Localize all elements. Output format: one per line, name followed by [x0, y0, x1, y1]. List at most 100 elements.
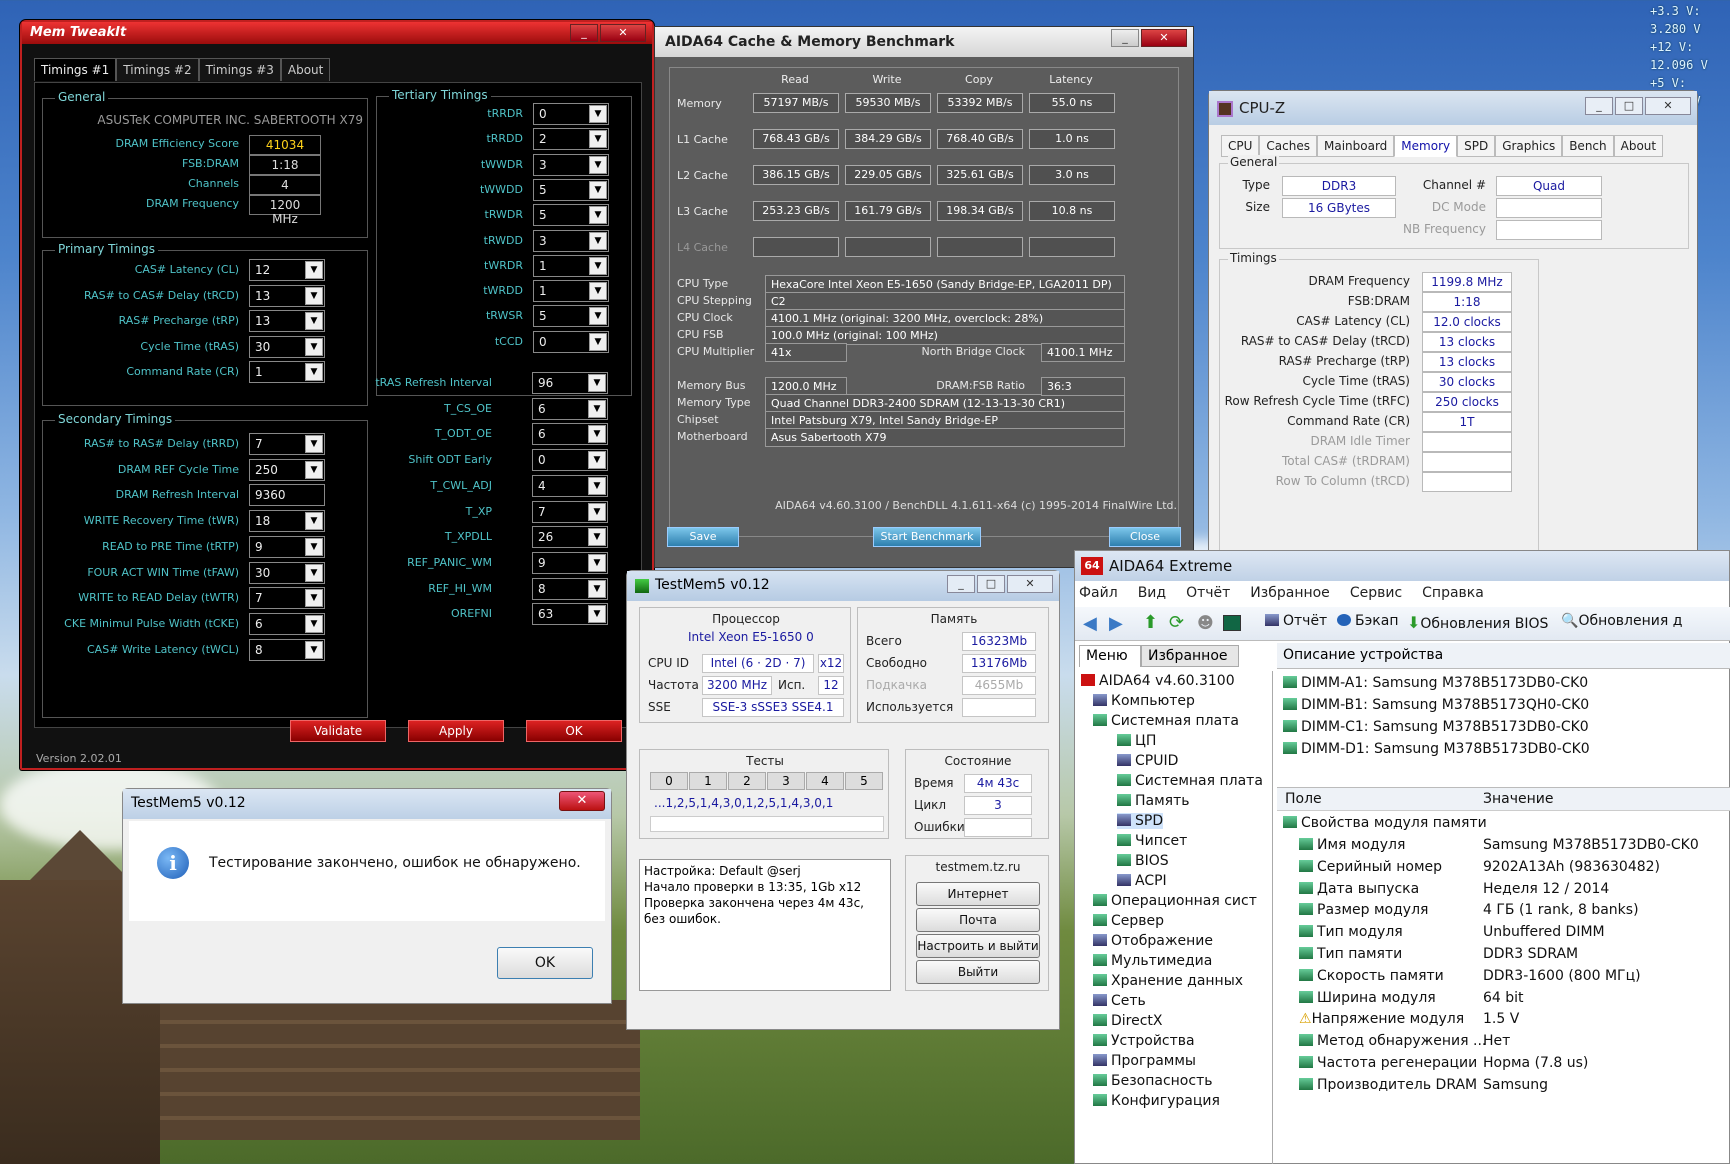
timing-dropdown[interactable]: 0 ▼ — [533, 330, 609, 353]
tree-item[interactable]: Программы — [1093, 1053, 1196, 1069]
timing-dropdown[interactable]: 0 ▼ — [533, 103, 609, 125]
timing-dropdown[interactable]: 0 ▼ — [532, 449, 608, 472]
chevron-down-icon[interactable]: ▼ — [305, 614, 323, 633]
property-field[interactable]: Дата выпуска — [1299, 881, 1419, 897]
minimize-button[interactable]: _ — [570, 24, 598, 42]
chevron-down-icon[interactable]: ▼ — [588, 476, 606, 495]
user-icon[interactable]: ☻ — [1197, 613, 1214, 632]
test-number[interactable]: 4 — [806, 772, 844, 790]
timing-dropdown[interactable]: 12 ▼ — [249, 259, 325, 281]
chevron-down-icon[interactable]: ▼ — [589, 282, 607, 301]
chevron-down-icon[interactable]: ▼ — [588, 399, 606, 418]
tab-bench[interactable]: Bench — [1562, 135, 1614, 157]
menu-item-5[interactable]: Справка — [1422, 585, 1484, 601]
refresh-icon[interactable]: ⟳ — [1169, 612, 1184, 633]
chevron-down-icon[interactable]: ▼ — [305, 312, 323, 330]
timing-dropdown[interactable]: 8 ▼ — [532, 577, 608, 600]
chevron-down-icon[interactable]: ▼ — [589, 130, 607, 149]
chevron-down-icon[interactable]: ▼ — [588, 374, 606, 392]
tab-menu[interactable]: Меню — [1079, 645, 1141, 667]
test-number[interactable]: 1 — [689, 772, 727, 790]
tree-item[interactable]: Операционная сист — [1093, 893, 1257, 909]
tab-timings-3[interactable]: Timings #3 — [198, 58, 281, 81]
test-number[interactable]: 2 — [728, 772, 766, 790]
close-button[interactable]: ✕ — [1645, 97, 1691, 115]
timing-dropdown[interactable]: 30 ▼ — [249, 335, 325, 358]
chevron-down-icon[interactable]: ▼ — [305, 563, 323, 582]
timing-dropdown[interactable]: 9 ▼ — [249, 535, 325, 558]
timing-dropdown[interactable]: 8 ▼ — [249, 638, 325, 661]
timing-dropdown[interactable]: 6 ▼ — [532, 397, 608, 420]
property-field[interactable]: Тип памяти — [1299, 946, 1402, 962]
tab-memory[interactable]: Memory — [1394, 135, 1458, 157]
timing-dropdown[interactable]: 96 ▼ — [532, 372, 608, 394]
dimm-list-item[interactable]: DIMM-A1: Samsung M378B5173DB0-CK0 — [1283, 675, 1588, 691]
mail-button[interactable]: Почта — [916, 908, 1040, 932]
field-column-header[interactable]: Поле — [1285, 791, 1322, 807]
chevron-down-icon[interactable]: ▼ — [305, 512, 323, 531]
tree-item[interactable]: ACPI — [1117, 873, 1167, 889]
chevron-down-icon[interactable]: ▼ — [589, 206, 607, 225]
property-field[interactable]: Производитель DRAM — [1299, 1077, 1477, 1093]
tab-graphics[interactable]: Graphics — [1495, 135, 1563, 157]
tab-timings-1[interactable]: Timings #1 — [34, 58, 117, 81]
minimize-button[interactable]: _ — [947, 575, 975, 593]
up-icon[interactable]: ⬆ — [1143, 612, 1158, 633]
property-field[interactable]: Метод обнаружения ... — [1299, 1033, 1486, 1049]
chevron-down-icon[interactable]: ▼ — [305, 589, 323, 608]
close-button[interactable]: ✕ — [1007, 575, 1053, 593]
dimm-list-item[interactable]: DIMM-C1: Samsung M378B5173DB0-CK0 — [1283, 719, 1589, 735]
chevron-down-icon[interactable]: ▼ — [589, 256, 607, 275]
tree-item[interactable]: Отображение — [1093, 933, 1213, 949]
chevron-down-icon[interactable]: ▼ — [305, 640, 323, 659]
timing-dropdown[interactable]: 2 ▼ — [533, 128, 609, 151]
chevron-down-icon[interactable]: ▼ — [305, 537, 323, 556]
apply-button[interactable]: Apply — [408, 720, 504, 742]
tab-spd[interactable]: SPD — [1457, 135, 1496, 157]
ok-button[interactable]: OK — [497, 947, 593, 979]
tree-item[interactable]: Безопасность — [1093, 1073, 1212, 1089]
internet-button[interactable]: Интернет — [916, 882, 1040, 906]
drivers-update-button[interactable]: 🔍Обновления д — [1561, 613, 1682, 629]
timing-dropdown[interactable]: 63 ▼ — [532, 603, 608, 626]
timing-dropdown[interactable]: 9 ▼ — [532, 551, 608, 574]
close-button[interactable]: ✕ — [559, 791, 605, 811]
chevron-down-icon[interactable]: ▼ — [589, 307, 607, 326]
dimm-list-item[interactable]: DIMM-D1: Samsung M378B5173DB0-CK0 — [1283, 741, 1590, 757]
bios-update-button[interactable]: ⬇Обновления BIOS — [1407, 613, 1548, 632]
property-field[interactable]: Тип модуля — [1299, 924, 1403, 940]
tree-item[interactable]: ЦП — [1117, 733, 1156, 749]
menu-item-4[interactable]: Сервис — [1350, 585, 1402, 601]
timing-dropdown[interactable]: 1 ▼ — [249, 361, 325, 383]
chevron-down-icon[interactable]: ▼ — [305, 286, 323, 305]
tab-timings-2[interactable]: Timings #2 — [116, 58, 199, 81]
tree-item[interactable]: CPUID — [1117, 753, 1178, 769]
timing-dropdown[interactable]: 1 ▼ — [533, 280, 609, 303]
start-benchmark-button[interactable]: Start Benchmark — [873, 527, 981, 547]
exit-button[interactable]: Выйти — [916, 960, 1040, 984]
menu-item-2[interactable]: Отчёт — [1186, 585, 1230, 601]
timing-dropdown[interactable]: 13 ▼ — [249, 284, 325, 307]
timing-dropdown[interactable]: 9360 — [249, 484, 325, 507]
dimm-list-item[interactable]: DIMM-B1: Samsung M378B5173QH0-CK0 — [1283, 697, 1589, 713]
property-field[interactable]: Частота регенерации — [1299, 1055, 1477, 1071]
property-field[interactable]: Ширина модуля — [1299, 990, 1436, 1006]
chevron-down-icon[interactable]: ▼ — [588, 528, 606, 547]
chevron-down-icon[interactable]: ▼ — [589, 105, 607, 123]
tree-item[interactable]: Чипсет — [1117, 833, 1187, 849]
back-icon[interactable]: ◀ — [1083, 613, 1097, 634]
timing-dropdown[interactable]: 6 ▼ — [249, 612, 325, 635]
chevron-down-icon[interactable]: ▼ — [588, 579, 606, 598]
property-field[interactable]: Имя модуля — [1299, 837, 1405, 853]
validate-button[interactable]: Validate — [290, 720, 386, 742]
tree-item[interactable]: Системная плата — [1093, 713, 1239, 729]
test-number[interactable]: 3 — [767, 772, 805, 790]
timing-dropdown[interactable]: 250 ▼ — [249, 458, 325, 481]
tree-item[interactable]: Конфигурация — [1093, 1093, 1220, 1109]
timing-dropdown[interactable]: 7 ▼ — [532, 500, 608, 523]
tab-cpu[interactable]: CPU — [1221, 135, 1260, 157]
tab-about[interactable]: About — [1613, 135, 1664, 157]
tree-item[interactable]: BIOS — [1117, 853, 1169, 869]
chevron-down-icon[interactable]: ▼ — [589, 180, 607, 199]
timing-dropdown[interactable]: 13 ▼ — [249, 310, 325, 332]
